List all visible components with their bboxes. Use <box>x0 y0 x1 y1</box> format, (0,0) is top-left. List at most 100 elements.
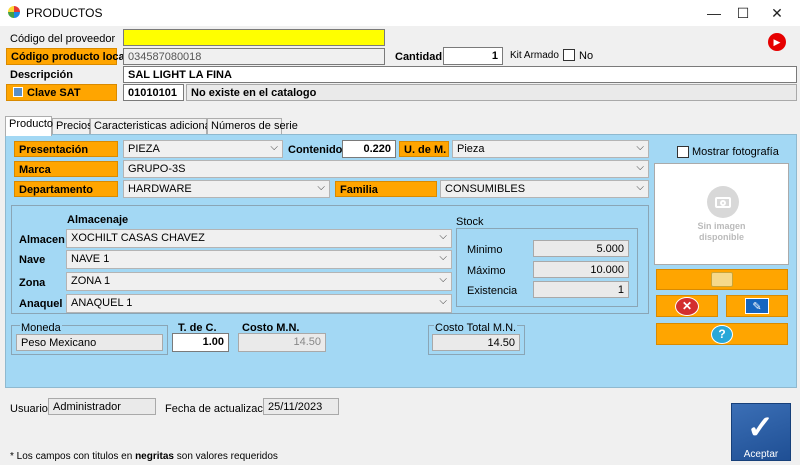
maximo-label: Máximo <box>467 265 506 277</box>
familia-select[interactable]: CONSUMIBLES ⌵ <box>440 180 649 198</box>
fecha-label: Fecha de actualizacion <box>165 403 278 415</box>
codigo-local-label: Código producto local <box>6 48 128 65</box>
sin-imagen-line2: disponible <box>699 232 744 242</box>
play-record-icon[interactable]: ▶ <box>768 33 786 51</box>
delete-icon: ✕ <box>675 296 699 316</box>
moneda-label: Moneda <box>20 322 62 334</box>
tab-producto[interactable]: Producto <box>5 116 53 136</box>
title-bar: PRODUCTOS — ☐ ✕ <box>0 0 800 26</box>
sin-imagen-line1: Sin imagen <box>697 221 746 231</box>
almacen-select[interactable]: XOCHILT CASAS CHAVEZ ⌵ <box>66 229 452 248</box>
tab-caracteristicas[interactable]: Caracteristicas adicionales <box>90 118 225 135</box>
codigo-proveedor-input[interactable] <box>123 29 385 46</box>
minimo-field: 5.000 <box>533 240 629 257</box>
udm-label: U. de M. <box>399 141 449 157</box>
search-icon <box>13 87 23 97</box>
moneda-field: Peso Mexicano <box>16 334 163 351</box>
edit-icon: ✎ <box>745 298 769 314</box>
camera-icon <box>707 186 739 218</box>
familia-value: CONSUMIBLES <box>445 183 526 195</box>
tdc-input[interactable]: 1.00 <box>172 333 229 352</box>
descripcion-label: Descripción <box>10 69 73 81</box>
note-suffix: son valores requeridos <box>173 451 278 462</box>
clave-sat-label: Clave SAT <box>27 87 81 99</box>
aceptar-label: Aceptar <box>743 449 779 460</box>
chevron-down-icon: ⌵ <box>439 231 447 242</box>
existencia-label: Existencia <box>467 285 518 297</box>
anaquel-label: Anaquel <box>19 298 63 310</box>
clave-sat-code-input[interactable]: 01010101 <box>123 84 184 101</box>
costo-mn-field: 14.50 <box>238 333 326 352</box>
presentacion-label: Presentación <box>14 141 118 157</box>
nave-label: Nave <box>19 254 46 266</box>
tab-numeros-serie[interactable]: Números de serie <box>207 118 298 135</box>
presentacion-value: PIEZA <box>128 143 160 155</box>
minimo-label: Minimo <box>467 244 503 256</box>
photo-area: Sin imagen disponible <box>654 163 789 265</box>
mostrar-foto-checkbox[interactable] <box>677 146 689 158</box>
chevron-down-icon: ⌵ <box>439 252 447 263</box>
nave-select[interactable]: NAVE 1 ⌵ <box>66 250 452 269</box>
sin-imagen-text: Sin imagen disponible <box>655 221 788 243</box>
codigo-local-input[interactable]: 034587080018 <box>123 48 385 65</box>
chevron-down-icon: ⌵ <box>636 182 644 193</box>
delete-photo-button[interactable]: ✕ <box>656 295 718 317</box>
departamento-value: HARDWARE <box>128 183 192 195</box>
existencia-field: 1 <box>533 281 629 298</box>
note-prefix: * Los campos con titulos en <box>10 451 136 462</box>
chevron-down-icon: ⌵ <box>439 296 447 307</box>
app-icon <box>8 6 20 18</box>
folder-icon <box>711 272 733 287</box>
almacenaje-label: Almacenaje <box>67 214 129 226</box>
anaquel-select[interactable]: ANAQUEL 1 ⌵ <box>66 294 452 313</box>
almacen-label: Almacen <box>19 234 65 246</box>
chevron-down-icon: ⌵ <box>636 142 644 153</box>
fecha-field: 25/11/2023 <box>263 398 339 415</box>
descripcion-input[interactable]: SAL LIGHT LA FINA <box>123 66 797 83</box>
cantidad-label: Cantidad <box>395 51 443 63</box>
mostrar-foto-label: Mostrar fotografía <box>692 146 779 158</box>
departamento-select[interactable]: HARDWARE ⌵ <box>123 180 330 198</box>
marca-label: Marca <box>14 161 118 177</box>
stock-label: Stock <box>456 216 484 228</box>
nave-value: NAVE 1 <box>71 253 110 265</box>
maximo-field: 10.000 <box>533 261 629 278</box>
costo-total-field: 14.50 <box>432 334 520 351</box>
clave-sat-desc-field: No existe en el catalogo <box>186 84 797 101</box>
udm-value: Pieza <box>457 143 485 155</box>
tab-precios[interactable]: Precios <box>52 118 93 135</box>
udm-select[interactable]: Pieza ⌵ <box>452 140 649 158</box>
almacen-value: XOCHILT CASAS CHAVEZ <box>71 232 205 244</box>
kit-armado-checkbox[interactable] <box>563 49 575 61</box>
chevron-down-icon: ⌵ <box>439 274 447 285</box>
marca-select[interactable]: GRUPO-3S ⌵ <box>123 160 649 178</box>
cantidad-input[interactable]: 1 <box>443 47 503 65</box>
codigo-proveedor-label: Código del proveedor <box>10 33 116 45</box>
aceptar-button[interactable]: ✓ Aceptar <box>731 403 791 461</box>
note-bold: negritas <box>135 451 174 462</box>
familia-label: Familia <box>335 181 437 197</box>
kit-armado-label: Kit Armado <box>510 50 559 61</box>
anaquel-value: ANAQUEL 1 <box>71 297 133 309</box>
clave-sat-button[interactable]: Clave SAT <box>6 84 117 101</box>
help-icon: ? <box>711 324 733 344</box>
edit-photo-button[interactable]: ✎ <box>726 295 788 317</box>
costo-total-label: Costo Total M.N. <box>434 322 518 334</box>
close-button[interactable]: ✕ <box>760 0 794 26</box>
checkmark-icon: ✓ <box>747 409 774 445</box>
zona-label: Zona <box>19 277 46 289</box>
required-note: * Los campos con titulos en negritas son… <box>10 451 278 462</box>
usuario-field: Administrador <box>48 398 156 415</box>
zona-select[interactable]: ZONA 1 ⌵ <box>66 272 452 291</box>
contenido-input[interactable]: 0.220 <box>342 140 396 158</box>
presentacion-select[interactable]: PIEZA ⌵ <box>123 140 283 158</box>
chevron-down-icon: ⌵ <box>317 182 325 193</box>
maximize-button[interactable]: ☐ <box>726 0 760 26</box>
kit-no-label: No <box>579 50 594 62</box>
help-button[interactable]: ? <box>656 323 788 345</box>
chevron-down-icon: ⌵ <box>636 162 644 173</box>
departamento-label: Departamento <box>14 181 118 197</box>
zona-value: ZONA 1 <box>71 275 111 287</box>
open-photo-button[interactable] <box>656 269 788 290</box>
usuario-label: Usuario <box>10 403 48 415</box>
